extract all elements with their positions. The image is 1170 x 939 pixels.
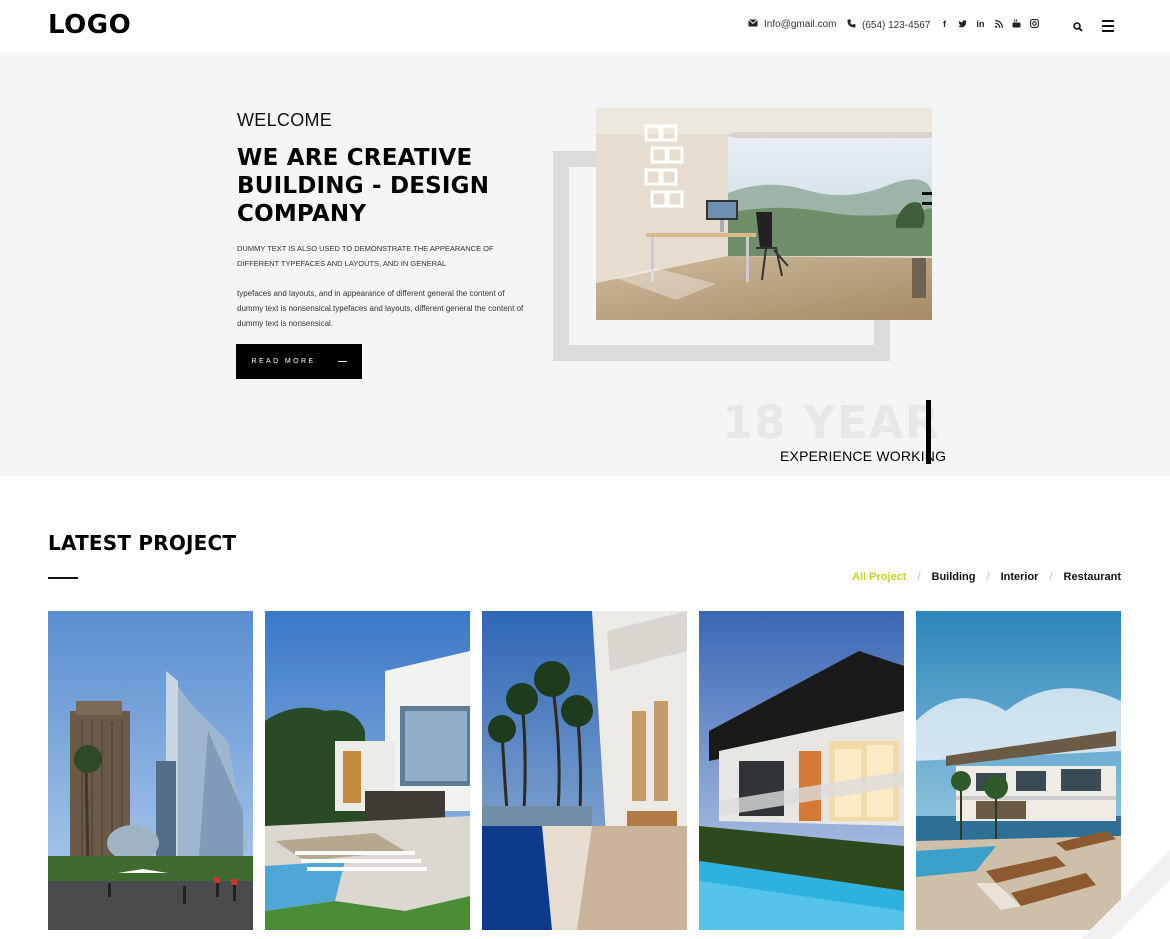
- read-more-button[interactable]: READ MORE: [236, 344, 362, 379]
- decorative-corner-graphic: [1080, 840, 1170, 939]
- years-counter: 18 YEAR: [722, 396, 941, 449]
- project-card-palm-resort[interactable]: [482, 611, 687, 930]
- filter-restaurant[interactable]: Restaurant: [1064, 571, 1121, 583]
- project-grid: [48, 611, 1121, 930]
- contact-phone[interactable]: (654) 123-4567: [847, 19, 930, 31]
- project-card-white-house[interactable]: [265, 611, 470, 930]
- hero-section: WELCOME WE ARE CREATIVE BUILDING - DESIG…: [0, 53, 1170, 476]
- read-more-label: READ MORE: [251, 358, 316, 365]
- social-links: f in: [940, 18, 1039, 29]
- youtube-icon[interactable]: [1012, 18, 1021, 29]
- hero-interior-image: [596, 108, 932, 320]
- filter-separator: /: [1049, 571, 1053, 583]
- rss-icon[interactable]: [994, 18, 1003, 29]
- menu-icon[interactable]: [1102, 20, 1114, 32]
- facebook-icon[interactable]: f: [940, 18, 949, 29]
- project-card-pool-house[interactable]: [699, 611, 904, 930]
- filter-separator: /: [917, 571, 921, 583]
- filter-all-project[interactable]: All Project: [852, 571, 906, 583]
- title-underline: [48, 577, 78, 579]
- project-card-skyscrapers[interactable]: [48, 611, 253, 930]
- envelope-icon: [748, 19, 758, 30]
- search-icon[interactable]: [1073, 19, 1083, 37]
- section-title: LATEST PROJECT: [48, 531, 237, 555]
- filter-building[interactable]: Building: [932, 571, 976, 583]
- instagram-icon[interactable]: [1030, 18, 1039, 29]
- filter-interior[interactable]: Interior: [1001, 571, 1039, 583]
- filter-separator: /: [986, 571, 990, 583]
- phone-icon: [847, 19, 856, 31]
- arrow-dash-icon: [337, 361, 347, 362]
- project-filters: All Project / Building / Interior / Rest…: [852, 571, 1121, 583]
- linkedin-icon[interactable]: in: [976, 18, 985, 29]
- logo[interactable]: LOGO: [48, 10, 131, 40]
- hero-caps-text: DUMMY TEXT IS ALSO USED TO DEMONSTRATE T…: [237, 244, 494, 268]
- phone-text: (654) 123-4567: [862, 19, 931, 31]
- welcome-label: WELCOME: [237, 110, 333, 130]
- experience-label: EXPERIENCE WORKING: [780, 448, 947, 464]
- experience-bar: [926, 400, 931, 464]
- contact-email[interactable]: Info@gmail.com: [748, 19, 836, 30]
- hero-body-text: typefaces and layouts, and in appearance…: [237, 289, 524, 328]
- hero-title: WE ARE CREATIVE BUILDING - DESIGN COMPAN…: [237, 145, 490, 227]
- email-text: Info@gmail.com: [764, 19, 837, 30]
- twitter-icon[interactable]: [958, 18, 967, 29]
- site-header: LOGO Info@gmail.com (654) 123-4567 f in: [0, 0, 1170, 53]
